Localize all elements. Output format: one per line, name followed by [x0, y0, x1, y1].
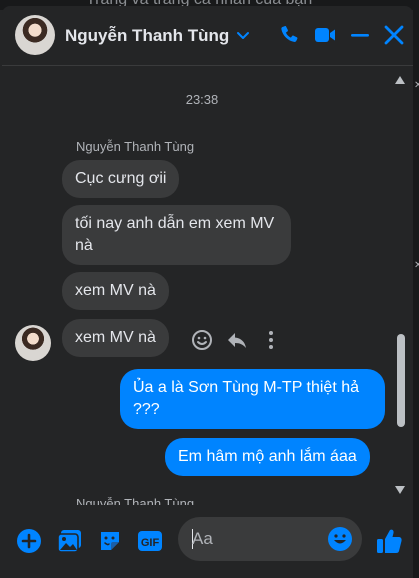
video-icon[interactable]	[313, 23, 337, 47]
background-close-icon: ✕	[414, 260, 419, 271]
image-icon[interactable]	[56, 527, 84, 555]
like-icon[interactable]	[374, 526, 404, 556]
incoming-message[interactable]: xem MV nà	[62, 319, 169, 357]
message-timestamp: 23:38	[185, 92, 219, 107]
composer-bar: GIF	[2, 508, 413, 574]
contact-name[interactable]: Nguyễn Thanh Tùng	[65, 26, 229, 46]
chevron-down-icon[interactable]	[235, 27, 251, 43]
outgoing-message[interactable]: Ủa a là Sơn Tùng M-TP thiệt hả ???	[120, 369, 385, 429]
gif-icon[interactable]: GIF	[136, 527, 164, 555]
message-input-box[interactable]	[178, 517, 362, 561]
emoji-icon[interactable]	[327, 526, 353, 552]
incoming-message[interactable]: xem MV nà	[62, 272, 169, 310]
outgoing-message[interactable]: Em hâm mộ anh lắm áaa	[165, 438, 370, 476]
incoming-message[interactable]: tối nay anh dẫn em xem MV nà	[62, 205, 291, 265]
message-scrollbar[interactable]	[394, 66, 406, 506]
gif-label: GIF	[141, 537, 160, 549]
chat-header: Nguyễn Thanh Tùng	[2, 6, 413, 66]
minimize-icon[interactable]	[348, 23, 372, 47]
sticker-icon[interactable]	[96, 527, 124, 555]
incoming-message[interactable]: Cục cưng ơii	[62, 160, 180, 198]
scroll-up-arrow[interactable]	[395, 76, 405, 84]
emoji-react-icon[interactable]	[190, 328, 214, 352]
scroll-down-arrow[interactable]	[395, 486, 405, 494]
scroll-thumb[interactable]	[397, 334, 405, 427]
reply-icon[interactable]	[225, 328, 249, 352]
sender-name-label: Nguyễn Thanh Tùng	[76, 139, 195, 154]
contact-avatar[interactable]	[15, 15, 55, 55]
close-icon[interactable]	[382, 23, 406, 47]
plus-icon[interactable]	[15, 527, 43, 555]
message-input[interactable]	[192, 528, 322, 550]
more-icon[interactable]	[259, 328, 283, 352]
background-close-icon: ✕	[414, 80, 419, 91]
sender-avatar[interactable]	[15, 325, 51, 361]
sender-name-label: Nguyễn Thanh Tùng	[76, 497, 195, 505]
chat-window: Nguyễn Thanh Tùng 23:38 Nguyễn Thanh Tùn…	[2, 6, 413, 574]
phone-icon[interactable]	[278, 23, 302, 47]
